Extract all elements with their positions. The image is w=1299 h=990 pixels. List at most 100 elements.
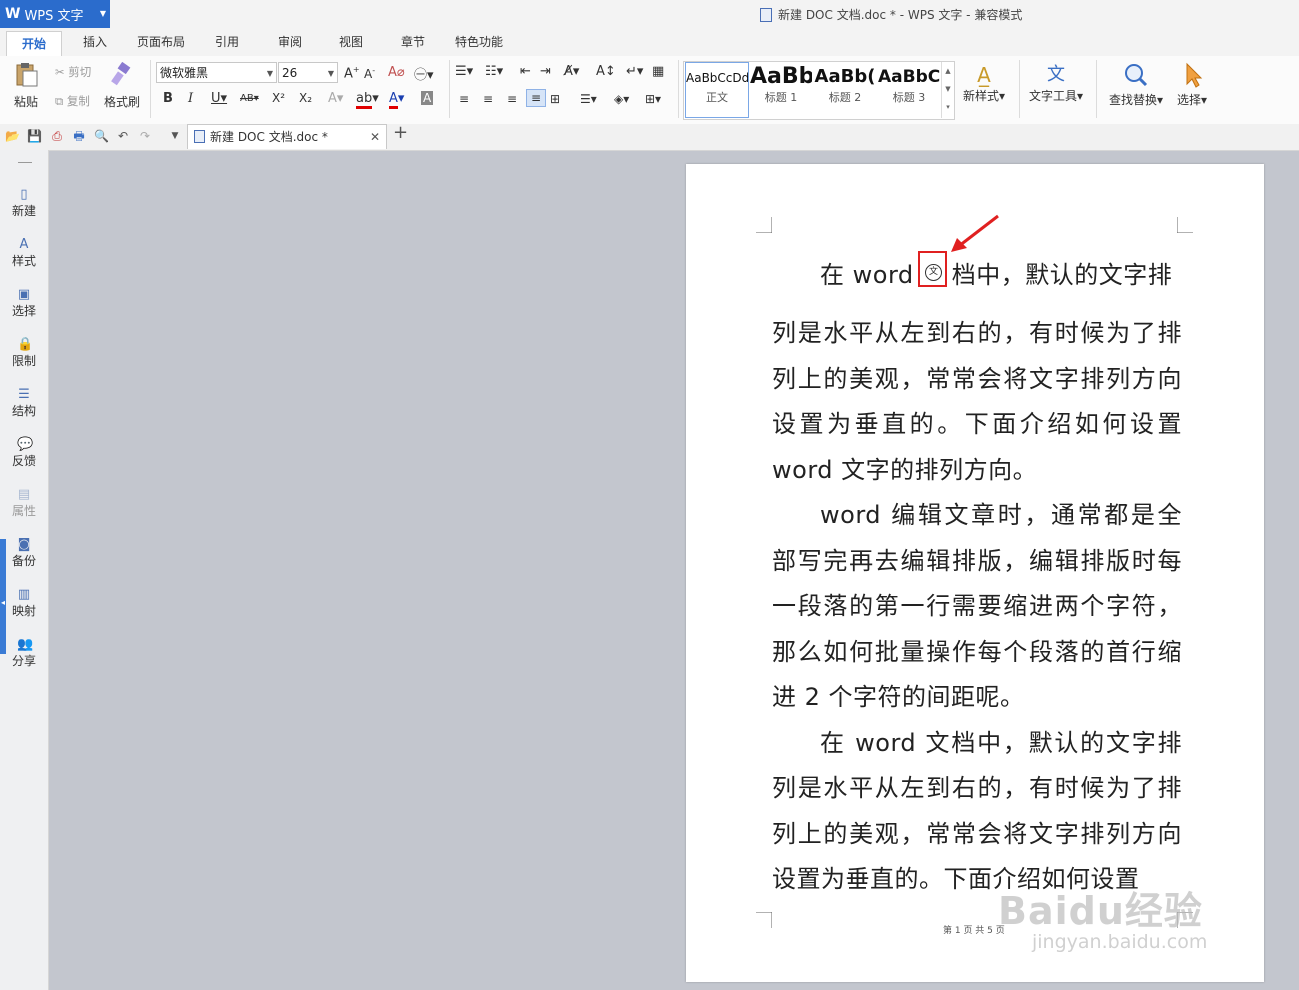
align-left-icon[interactable]: ≡ [459, 92, 469, 106]
open-folder-icon[interactable]: 📂 [5, 129, 20, 143]
line-spacing-icon[interactable]: ☰▾ [580, 92, 597, 106]
text-tools-button[interactable]: 文 文字工具▾ [1026, 62, 1086, 104]
sidebar-item-new[interactable]: ▯ 新建 [0, 188, 48, 219]
tab-special-features[interactable]: 特色功能 [455, 33, 503, 50]
sort-icon[interactable]: A↕ [596, 64, 616, 79]
text-tools-icon: 文 [1047, 64, 1065, 85]
chinese-layout-icon[interactable]: A̸▾ [564, 64, 579, 79]
char-shading-icon[interactable]: A [421, 91, 434, 105]
tab-review[interactable]: 审阅 [278, 33, 302, 50]
numbered-list-icon[interactable]: ☷▾ [485, 64, 503, 79]
find-replace-icon [1125, 64, 1148, 87]
sidebar-item-backup[interactable]: ◙ 备份 [0, 538, 48, 569]
increase-indent-icon[interactable]: ⇥ [540, 64, 551, 79]
decrease-indent-icon[interactable]: ⇤ [520, 64, 531, 79]
styles-scroll[interactable]: ▲ ▼ ▾ [941, 62, 954, 118]
tab-references[interactable]: 引用 [215, 33, 239, 50]
sidebar-item-share[interactable]: 👥 分享 [0, 638, 48, 669]
font-size-select[interactable]: 26 ▼ [278, 62, 338, 83]
font-name-select[interactable]: 微软雅黑 ▼ [156, 62, 277, 83]
align-right-icon[interactable]: ≡ [507, 92, 517, 106]
tab-page-layout[interactable]: 页面布局 [137, 33, 185, 50]
style-heading-2[interactable]: AaBb( 标题 2 [814, 62, 876, 118]
sidebar-item-select[interactable]: ▣ 选择 [0, 288, 48, 319]
sidebar-item-styles[interactable]: A 样式 [0, 238, 48, 269]
print-preview-icon[interactable]: 🔍 [94, 129, 109, 143]
app-name: WPS 文字 [24, 8, 84, 24]
undo-icon[interactable]: ↶ [116, 129, 130, 143]
find-replace-button[interactable]: 查找替换▾ [1104, 62, 1168, 108]
copy-button[interactable]: ⧉ 复制 [55, 93, 90, 109]
style-normal[interactable]: AaBbCcDd 正文 [685, 62, 749, 118]
left-sidebar: ▯ 新建 A 样式 ▣ 选择 🔒 限制 ☰ 结构 💬 反馈 ▤ 属性 ◙ 备份 ▥ 映射 👥 分享 [0, 150, 49, 990]
format-painter-button[interactable]: 格式刷 [103, 61, 141, 110]
paragraph-1: 列是水平从左到右的，有时候为了排列上的美观，常常会将文字排列方向设置为垂直的。下… [772, 319, 1182, 484]
sidebar-collapse-handle[interactable] [0, 539, 6, 654]
paragraph-2: word 编辑文章时，通常都是全部写完再去编辑排版，编辑排版时每一段落的第一行需… [772, 501, 1182, 711]
align-center-icon[interactable]: ≡ [483, 92, 493, 106]
new-style-icon: A̲ [977, 63, 991, 87]
italic-button[interactable]: I [188, 91, 193, 106]
phonetic-guide-icon[interactable]: ㊀▾ [414, 64, 434, 83]
baidu-watermark: Baidu经验 jingyan.baidu.com [998, 889, 1208, 953]
print-icon[interactable]: 🖶 [72, 129, 86, 143]
subscript-button[interactable]: X₂ [299, 91, 312, 105]
distribute-icon[interactable]: ⊞ [550, 92, 560, 106]
style-icon: A [19, 237, 29, 252]
select-icon: ▣ [17, 287, 31, 302]
add-tab-icon[interactable]: + [393, 124, 408, 142]
sidebar-item-properties[interactable]: ▤ 属性 [0, 488, 48, 519]
backup-icon: ◙ [17, 537, 31, 552]
paragraph-3: 在 word 文档中，默认的文字排列是水平从左到右的，有时候为了排列上的美观，常… [772, 728, 1182, 894]
tab-home[interactable]: 开始 [6, 31, 62, 57]
window-title: 新建 DOC 文档.doc * - WPS 文字 - 兼容模式 [760, 6, 1022, 23]
select-button[interactable]: 选择▾ [1172, 62, 1212, 108]
annotation-arrow-icon [951, 214, 999, 252]
style-heading-1[interactable]: AaBb 标题 1 [750, 62, 812, 118]
bold-button[interactable]: B [163, 91, 173, 106]
highlight-color-icon[interactable]: ab▾ [356, 91, 379, 109]
tab-document[interactable]: 新建 DOC 文档.doc * ✕ [187, 124, 387, 149]
clear-format-icon[interactable]: A⌀ [388, 65, 405, 80]
redo-icon[interactable]: ↷ [138, 129, 152, 143]
close-icon[interactable]: ✕ [370, 125, 380, 149]
borders-icon[interactable]: ⊞▾ [645, 92, 661, 106]
style-heading-3[interactable]: AaBbC 标题 3 [878, 62, 940, 118]
shrink-font-button[interactable]: A- [364, 66, 375, 81]
bullet-list-icon[interactable]: ☰▾ [455, 64, 473, 79]
tab-view[interactable]: 视图 [339, 33, 363, 50]
show-marks-icon[interactable]: ↵▾ [626, 64, 643, 79]
sidebar-item-feedback[interactable]: 💬 反馈 [0, 438, 48, 469]
paste-icon [16, 63, 38, 87]
chevron-down-icon[interactable]: ▼ [168, 129, 182, 143]
app-menu-button[interactable]: W WPS 文字 ▼ [0, 0, 110, 28]
strikethrough-button[interactable]: AB▾ [240, 93, 259, 104]
properties-icon: ▤ [17, 487, 31, 502]
export-pdf-icon[interactable]: ⎙ [50, 129, 64, 143]
superscript-button[interactable]: X² [272, 91, 285, 105]
table-icon[interactable]: ▦ [652, 64, 664, 79]
text-effect-icon[interactable]: A▾ [328, 91, 343, 106]
sidebar-item-restrict[interactable]: 🔒 限制 [0, 338, 48, 369]
underline-button[interactable]: U▾ [211, 91, 227, 106]
share-icon: 👥 [17, 637, 34, 652]
tab-insert[interactable]: 插入 [83, 33, 107, 50]
document-page[interactable]: 在 word 档中，默认的文字排 列是水平从左到右的，有时候为了排列上的美观，常… [686, 164, 1264, 982]
tab-chapter[interactable]: 章节 [401, 33, 425, 50]
shading-icon[interactable]: ◈▾ [614, 92, 629, 106]
font-color-icon[interactable]: A▾ [389, 91, 404, 109]
restrict-icon: 🔒 [17, 337, 34, 352]
sidebar-item-mapping[interactable]: ▥ 映射 [0, 588, 48, 619]
quick-access-toolbar: 📂 💾 ⎙ 🖶 🔍 ↶ ↷ ▼ 新建 DOC 文档.doc * ✕ + [0, 124, 1299, 151]
paste-button[interactable]: 粘贴 [8, 62, 44, 110]
save-icon[interactable]: 💾 [27, 129, 42, 143]
cursor-arrow-icon [1186, 62, 1203, 88]
justify-icon[interactable]: ≡ [526, 89, 547, 107]
cut-button[interactable]: ✂ 剪切 [55, 64, 91, 80]
new-document-icon: ▯ [20, 187, 28, 202]
sidebar-item-structure[interactable]: ☰ 结构 [0, 388, 48, 419]
document-body[interactable]: 在 word 档中，默认的文字排 列是水平从左到右的，有时候为了排列上的美观，常… [772, 249, 1182, 903]
paragraph-1-line-1: 在 word 档中，默认的文字排 [820, 261, 1173, 289]
grow-font-button[interactable]: A+ [344, 65, 360, 81]
new-style-button[interactable]: A̲ 新样式▾ [958, 62, 1010, 104]
